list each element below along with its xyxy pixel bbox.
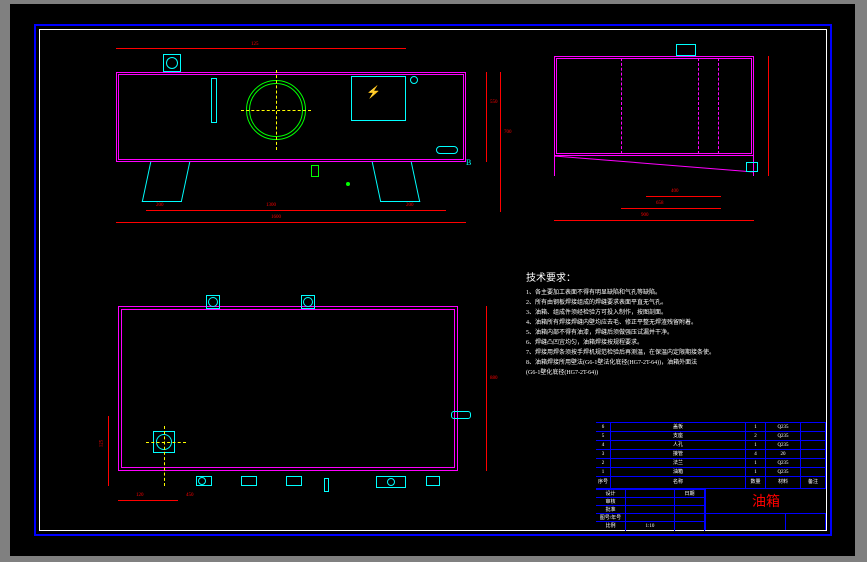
side-right-nozzle	[746, 162, 758, 172]
front-view: ⚡ B 125 550 700 1300 1600 200 200	[116, 40, 496, 220]
bot-nozzle-5p	[387, 478, 395, 486]
top-dim-125: 125	[99, 440, 104, 448]
side-body-inner	[556, 58, 752, 154]
dim-top-h	[116, 48, 406, 49]
bot-nozzle-4	[324, 478, 329, 492]
dim-bot-h2	[116, 222, 466, 223]
hidden-3	[718, 58, 719, 154]
dim-1300: 1300	[266, 203, 276, 208]
tech-title: 技术要求：	[526, 274, 715, 284]
dim-right-v2	[500, 72, 501, 212]
tech-line-2: 2、所有由钢板焊接组成的焊缝要求表面平直无气孔。	[526, 298, 715, 308]
dim-770: 125	[251, 42, 259, 47]
nozzle-top-1-port	[166, 57, 178, 69]
tech-requirements: 技术要求： 1、各主要加工表面不得有明显缺陷和气孔等缺陷。 2、所有由钢板焊接组…	[526, 274, 715, 378]
parts-row-5: 5 支座 2 Q235	[596, 431, 826, 440]
level-gauge	[211, 78, 217, 123]
dim-200: 200	[156, 203, 164, 208]
top-view: 125 120 450 880	[106, 286, 506, 516]
top-right-port	[451, 411, 471, 419]
side-dim-v	[768, 56, 769, 176]
tech-line-5: 5、油箱内部不得有油漆，焊缝后须做强压试漏并干净。	[526, 328, 715, 338]
manhole-center-h	[241, 110, 311, 111]
view-label-b: B	[466, 158, 471, 167]
dim-1600: 1600	[271, 215, 281, 220]
top-dim-880: 880	[490, 376, 498, 381]
parts-row-1: 1 油箱 1 Q235	[596, 467, 826, 476]
side-top-nozzle	[676, 44, 696, 56]
side-view: 900 658 400	[546, 40, 776, 240]
top-dim-450: 450	[186, 493, 194, 498]
tech-line-8: 8、油箱焊接所用壁法(G6-1壁法化底径(HG7-2T-64))，油箱外面法	[526, 358, 715, 368]
bot-nozzle-2	[241, 476, 257, 486]
tech-line-6: 6、焊缝凸凹宜均匀，油箱焊接按规程要求。	[526, 338, 715, 348]
tech-line-1: 1、各主要加工表面不得有明显缺陷和气孔等缺陷。	[526, 288, 715, 298]
hidden-2	[698, 58, 699, 154]
dim-550: 550	[490, 100, 498, 105]
dim-bot-h1	[146, 210, 446, 211]
top-dim-v1	[108, 416, 109, 486]
bot-nozzle-6	[426, 476, 440, 486]
cad-canvas[interactable]: ⚡ B 125 550 700 1300 1600 200 200	[10, 4, 855, 556]
hidden-1	[621, 58, 622, 154]
top-dim-h1	[118, 500, 178, 501]
top-dim-120: 120	[136, 493, 144, 498]
drain-cl-h	[146, 442, 186, 443]
slope-line	[554, 154, 754, 179]
parts-row-4: 4 人孔 1 Q235	[596, 440, 826, 449]
top-nozzle-2-port	[303, 297, 313, 307]
header-remark: 备注	[801, 477, 826, 488]
hatch-mark: ⚡	[366, 85, 386, 110]
hatch-port	[410, 76, 418, 84]
parts-header: 序号 名称 数量 材料 备注	[596, 476, 826, 488]
dim-700: 700	[504, 130, 512, 135]
dim-right-v	[486, 72, 487, 162]
parts-row-2: 2 法兰 1 Q235	[596, 458, 826, 467]
top-dim-right	[486, 306, 487, 471]
drain-cl-v	[164, 426, 165, 486]
title-block: 6 盖板 1 Q235 5 支座 2 Q235 4 人孔 1 Q235	[596, 422, 826, 530]
tech-line-4: 4、油箱所有焊接焊缝内壁均应去毛、修正平整无焊渣残留附着。	[526, 318, 715, 328]
tech-line-9: (G6-1壁化底径(HG7-2T-64))	[526, 368, 715, 378]
tech-line-7: 7、焊接用焊条须按手焊机规范检验后再测温，在保温内定限期接条使。	[526, 348, 715, 358]
top-nozzle-1-port	[208, 297, 218, 307]
dim-200b: 200	[406, 203, 414, 208]
side-dim-400	[646, 196, 721, 197]
side-dim-658-txt: 658	[656, 201, 664, 206]
leg-left	[142, 162, 191, 202]
parts-row-6: 6 盖板 1 Q235	[596, 422, 826, 431]
side-dim-400-txt: 400	[671, 189, 679, 194]
tech-line-3: 3、油箱、组成件须经检验方可投入制作，按图剖面。	[526, 308, 715, 318]
side-nozzle	[436, 146, 458, 154]
side-dim-900	[554, 220, 754, 221]
bot-nozzle-1p	[198, 477, 206, 485]
leg-right	[372, 162, 421, 202]
title-main: 设计日期 审核 批准 图号/年号 比例1:10 油箱	[596, 488, 826, 530]
drain-dot	[346, 182, 350, 186]
drain	[311, 165, 319, 177]
bot-nozzle-3	[286, 476, 302, 486]
parts-row-3: 3 接管 4 20	[596, 449, 826, 458]
border-outer: ⚡ B 125 550 700 1300 1600 200 200	[34, 24, 832, 536]
side-dim-658	[621, 208, 721, 209]
drawing-title: 油箱	[706, 489, 826, 514]
side-dim-900-txt: 900	[641, 213, 649, 218]
